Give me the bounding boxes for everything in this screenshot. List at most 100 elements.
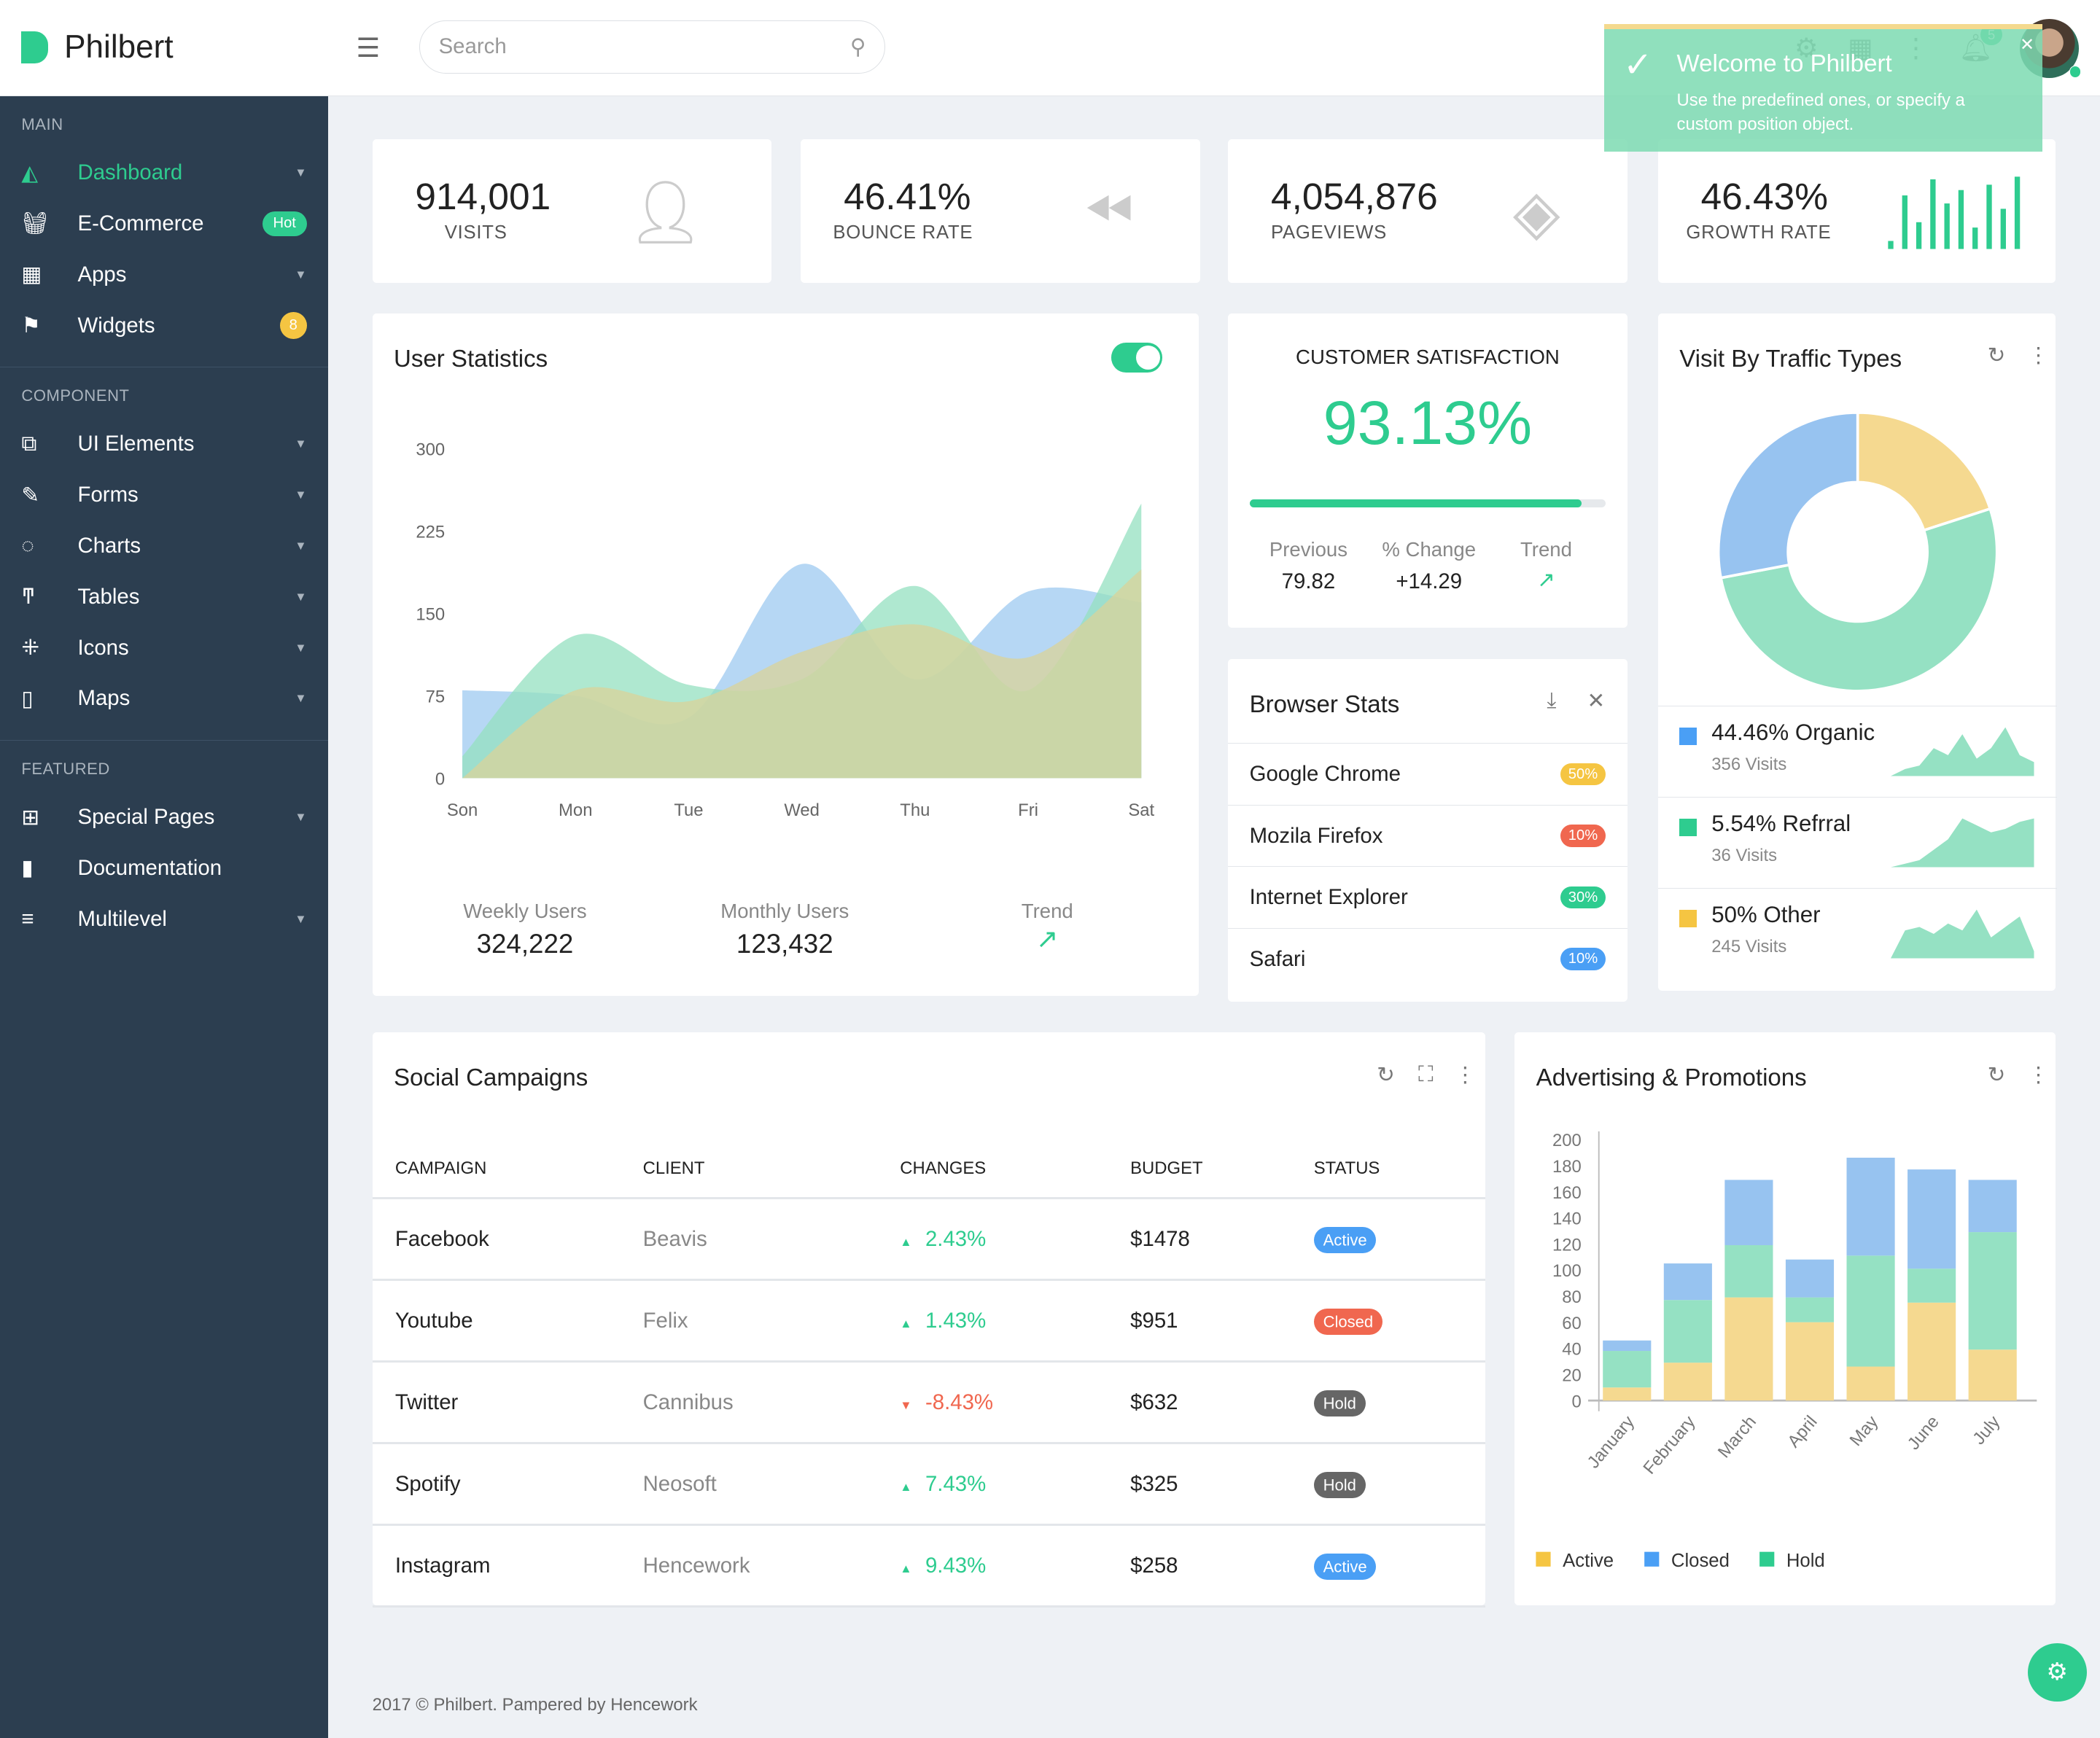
sidebar-item-maps[interactable]: ▯ Maps ▼ [0,673,328,724]
status-badge: Active [1313,1227,1377,1254]
legend-label: 50% Other [1711,902,1821,928]
donut-slice [1856,410,1992,532]
satisfaction-value: 93.13% [1323,388,1533,457]
mini-bar [1959,190,1964,249]
logo-icon [21,31,49,64]
chevron-down-icon: ▼ [295,437,307,451]
toast-title: Welcome to Philbert [1676,50,1892,78]
legend-label: Hold [1786,1551,1825,1571]
traffic-types-card: Visit By Traffic Types ↻ ⋮ 44.46% Organi… [1657,313,2058,991]
y-tick-label: 300 [416,440,445,459]
sidebar-item-label: Apps [77,262,127,287]
table-row[interactable]: Twitter Cannibus ▼ -8.43% $632 Hold [372,1361,1485,1445]
column-header[interactable]: CAMPAIGN [372,1139,621,1200]
card-title: Browser Stats [1249,690,1400,718]
table-row[interactable]: Youtube Felix ▲ 1.43% $951 Closed [372,1279,1485,1363]
budget-value: $258 [1107,1524,1291,1608]
column-header[interactable]: BUDGET [1107,1139,1291,1200]
bar-closed [1968,1180,2018,1233]
budget-value: $632 [1107,1361,1291,1445]
search-icon[interactable]: ⚲ [850,34,866,60]
client-name: Neosoft [620,1443,878,1527]
stat-card: 4,054,876 PAGEVIEWS ◈ [1228,139,1628,283]
stacked-bar-chart: 0 20 40 60 80 100 120 140 160 180 200 January Februa… [1536,1131,2037,1571]
sidebar-item-label: Multilevel [77,906,167,931]
flag-icon: ⚑ [21,313,41,338]
table-row[interactable]: Spotify Neosoft ▲ 7.43% $325 Hold [372,1443,1485,1527]
logo[interactable]: Philbert [21,29,174,66]
mini-bar [1972,227,1978,249]
legend-visits: 356 Visits [1711,755,1787,775]
legend-label: Active [1563,1551,1614,1571]
stat-card: 46.43% GROWTH RATE [1657,139,2056,283]
client-name: Beavis [620,1198,878,1282]
browser-percent-badge: 50% [1560,763,1606,786]
sidebar-item-icons[interactable]: ⁜ Icons ▼ [0,623,328,674]
sidebar-item-tables[interactable]: ͳ Tables ▼ [0,572,328,623]
sidebar-item-dashboard[interactable]: ◭ Dashboard ▼ [0,147,328,198]
close-icon[interactable]: ✕ [2020,34,2034,55]
sparkline-area [1891,727,2034,776]
legend-swatch [1644,1551,1660,1567]
sidebar-item-label: E-Commerce [77,211,204,235]
bar-hold [1908,1269,1956,1303]
pie-icon: ◌ [21,533,34,558]
sidebar-item-apps[interactable]: ▦ Apps ▼ [0,249,328,300]
refresh-icon[interactable]: ↻ [1377,1062,1395,1088]
settings-fab[interactable]: ⚙ [2027,1642,2087,1702]
sidebar-item-special-pages[interactable]: ⊞ Special Pages ▼ [0,792,328,843]
search-input[interactable]: Search ⚲ [419,20,886,74]
sparkline-area [1891,909,2034,959]
trend-label: Trend [1520,538,1572,561]
sidebar-item-label: Widgets [77,313,155,338]
column-header[interactable]: STATUS [1291,1139,1485,1200]
chevron-down-icon: ▼ [295,165,307,180]
close-icon[interactable]: ✕ [1587,688,1605,714]
mini-bar [1944,203,1951,249]
sidebar-item-charts[interactable]: ◌ Charts ▼ [0,521,328,572]
change-value: 7.43% [925,1471,987,1496]
user-icon: 👤︎ [626,178,705,247]
download-icon[interactable]: ⤓ [1547,688,1556,713]
sidebar-item-e-commerce[interactable]: 🧺︎ E-Commerce Hot [0,198,328,249]
y-tick-label: 160 [1552,1183,1582,1203]
bar-hold [1786,1297,1835,1322]
mini-bar [1888,241,1894,249]
menu-toggle-icon[interactable]: ☰ [357,35,384,62]
sidebar-item-documentation[interactable]: ▮ Documentation [0,843,328,894]
sidebar-item-multilevel[interactable]: ≡ Multilevel ▼ [0,894,328,945]
traffic-legend-row: 5.54% Refrral 36 Visits [1657,796,2058,888]
status-badge: Hold [1313,1390,1366,1417]
legend-visits: 36 Visits [1711,845,1778,865]
donut-chart [1716,410,1999,693]
sidebar-item-ui-elements[interactable]: ⧉ UI Elements ▼ [0,419,328,470]
fullscreen-icon[interactable]: ⛶ [1418,1062,1434,1087]
table-row[interactable]: Facebook Beavis ▲ 2.43% $1478 Active [372,1198,1485,1282]
table-row[interactable]: Instagram Hencework ▲ 9.43% $258 Active [372,1524,1485,1608]
sparkline [1891,727,2034,776]
sidebar-item-forms[interactable]: ✎ Forms ▼ [0,469,328,521]
sidebar-item-widgets[interactable]: ⚑ Widgets 8 [0,300,328,351]
card-title: Social Campaigns [393,1064,588,1092]
legend-label: 44.46% Organic [1711,720,1875,746]
column-header[interactable]: CHANGES [877,1139,1108,1200]
campaign-name: Spotify [372,1443,621,1527]
more-vertical-icon[interactable]: ⋮ [1455,1062,1476,1088]
search-placeholder: Search [438,34,507,59]
y-tick-label: 0 [435,769,444,789]
column-header[interactable]: CLIENT [620,1139,878,1200]
y-tick-label: 120 [1552,1235,1582,1255]
caret-up-icon: ▲ [900,1561,912,1575]
bar-hold [1603,1351,1652,1388]
stat-label: BOUNCE RATE [833,222,973,243]
stat-label: VISITS [444,222,508,243]
y-tick-label: 60 [1563,1314,1582,1333]
change-value: 2.43% [925,1226,987,1251]
sidebar-item-label: Forms [77,483,139,507]
browser-stats-card: Browser Stats ⤓ ✕ Google Chrome 50% Mozila… [1228,658,1628,1002]
toast-message: Use the predefined ones, or specify a cu… [1676,90,1965,134]
sidebar: MAIN ◭ Dashboard ▼ 🧺︎ E-Commerce Hot ▦ Apps ▼ ⚑ Wid… [0,96,328,1738]
basket-icon: 🧺︎ [21,211,49,235]
area-chart: 0 75 150 225 300 Son Mon Tue Wed Thu Fri Sat [416,440,1154,819]
x-tick-label: February [1640,1412,1700,1478]
